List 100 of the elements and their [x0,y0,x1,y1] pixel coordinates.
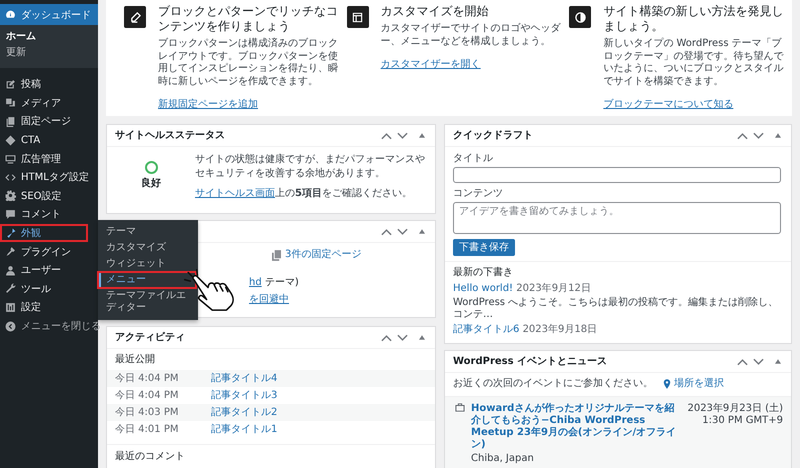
pages-icon [272,250,281,260]
chevron-up-icon[interactable] [381,228,392,236]
chevron-down-icon[interactable] [397,132,408,140]
post-title-link[interactable]: 記事タイトル3 [211,390,278,402]
sidebar-item[interactable]: コメント [0,205,98,224]
flyout-menu-item[interactable]: テーマファイルエディター [98,288,198,316]
card-heading: サイト構築の新しい方法を発見しましょう。 [603,4,784,34]
theme-link[interactable]: hd [249,277,262,288]
pages-count-link[interactable]: 3件の固定ページ [285,249,362,261]
content-input-field[interactable]: アイデアを書き留めてみましょう。 [453,202,781,234]
sidebar-item[interactable]: 外観 [0,224,88,242]
sidebar-item[interactable]: ツール [0,280,98,298]
plug-icon [5,246,16,258]
card-heading: ブロックとパターンでリッチなコンテンツを作りましょう [158,4,339,34]
card-description: 新しいタイプの WordPress テーマ「ブロックテーマ」の登場です。待ち望んでいたように、ついにブロックとスタイルでサイトを構築できます。 [603,38,784,88]
location-link[interactable]: 場所を選択 [663,378,724,390]
wrench-icon [5,283,16,294]
card-link[interactable]: カスタマイザーを開く [380,59,481,70]
chevron-up-icon[interactable] [381,132,392,140]
draft-date: 2023年9月18日 [522,324,598,335]
sidebar-item[interactable]: メディア [0,94,98,112]
section-heading: 最近公開 [114,354,156,367]
site-health-link[interactable]: サイトヘルス画面 [195,188,275,199]
submenu-item[interactable]: ホーム [0,29,98,45]
speech-bubble-icon [5,208,16,220]
status-label: 良好 [141,178,161,190]
user-icon [5,264,16,276]
submenu-item[interactable]: 更新 [0,45,98,61]
sidebar-item[interactable]: 投稿 [0,75,98,94]
chevron-up-icon[interactable] [737,358,748,366]
sidebar-item[interactable]: 固定ページ [0,112,98,131]
sidebar-item[interactable]: 設定 [0,298,98,317]
chevron-down-icon[interactable] [397,228,408,236]
card-link[interactable]: ブロックテーマについて知る [603,99,734,110]
collapse-icon [5,320,16,332]
flyout-menu-item[interactable]: カスタマイズ [98,240,198,256]
draft-excerpt: WordPress へようこそ。こちらは最初の投稿です。編集または削除し、コンテ… [453,297,780,321]
widget-title: アクティビティ [115,332,185,344]
triangle-icon[interactable] [775,133,781,138]
sidebar-item[interactable]: SEO設定 [0,186,98,206]
monitor-icon [5,153,16,164]
theme-text: テーマ) [264,277,299,288]
triangle-icon[interactable] [775,359,781,364]
card-description: ブロックパターンは構成済みのブロックレイアウトです。ブロックパターンを使用してインスピレーションを得たり、瞬時に新しいページを作成できます。 [158,38,339,88]
event-location: Chiba, Japan [471,453,535,465]
widget-title: クイックドラフト [453,130,533,142]
card-link[interactable]: 新規固定ページを追加 [158,99,258,110]
sidebar-item[interactable]: 広告管理 [0,149,98,168]
triangle-icon[interactable] [419,229,425,234]
diamond-icon [5,134,16,146]
post-date: 今日 4:04 PM [115,390,180,402]
search-engine-link[interactable]: を回避中 [249,294,289,305]
post-title-link[interactable]: 記事タイトル2 [211,406,278,418]
sidebar-item[interactable]: ダッシュボード [0,4,98,25]
flyout-menu-item[interactable]: テーマ [98,224,198,240]
field-label: コンテンツ [453,188,504,200]
event-date: 2023年9月23日 (土) [687,403,783,415]
location-pin-icon [663,379,671,389]
status-message: サイトの状態は健康ですが、まだパフォーマンスやセキュリティを改善する余地があります。 [195,153,425,181]
sidebar-item[interactable]: ユーザー [0,260,98,280]
sidebar-item[interactable]: プラグイン [0,242,98,261]
status-note: サイトヘルス画面上の5項目をご確認ください。 [195,187,413,201]
chevron-down-icon[interactable] [753,358,764,366]
triangle-icon[interactable] [419,133,425,138]
chevron-down-icon[interactable] [753,132,764,140]
chevron-up-icon[interactable] [381,334,392,342]
pencil-icon [124,6,146,28]
post-title-link[interactable]: 記事タイトル1 [211,424,278,436]
post-date: 今日 4:04 PM [115,372,180,384]
pages-icon [5,116,16,127]
layout-icon [346,6,369,28]
save-draft-button[interactable]: 下書き保存 [453,239,515,256]
sidebar-item[interactable]: HTMLタグ設定 [0,168,98,187]
events-prompt: お近くの次回のイベントにご参加ください。 [453,378,653,390]
sidebar-item[interactable]: CTA [0,130,98,150]
draft-title-link[interactable]: 記事タイトル6 [453,324,520,335]
chevron-down-icon[interactable] [397,334,408,342]
section-heading: 最近のコメント [115,451,185,462]
gauge-icon [5,9,16,20]
chevron-up-icon[interactable] [737,132,748,140]
triangle-icon[interactable] [419,335,425,340]
flyout-menu-item[interactable]: ウィジェット [98,256,198,272]
widget-title: WordPress イベントとニュース [453,356,608,368]
field-label: タイトル [453,153,494,165]
pencil-icon [5,78,16,90]
event-time: 1:30 PM GMT+9 [701,415,783,427]
settings-icon [5,190,16,202]
sliders-icon [5,302,16,313]
post-date: 今日 4:01 PM [115,424,180,436]
meetup-icon [455,403,465,412]
post-date: 今日 4:03 PM [115,406,180,418]
status-ring-icon [144,161,158,174]
title-input-field[interactable] [453,167,781,183]
post-title-link[interactable]: 記事タイトル4 [211,372,278,384]
draft-date: 2023年9月12日 [516,283,591,294]
event-title-link[interactable]: Howardさんが作ったオリジナルテーマを紹介してもらおう−Chiba WordPress Meetup 23年9月の会(オンライン/オフライン) [471,403,682,451]
widget-title: サイトヘルスステータス [115,130,225,142]
draft-title-link[interactable]: Hello world! [453,283,514,294]
card-heading: カスタマイズを開始 [380,4,490,19]
section-heading: 最新の下書き [453,267,514,279]
